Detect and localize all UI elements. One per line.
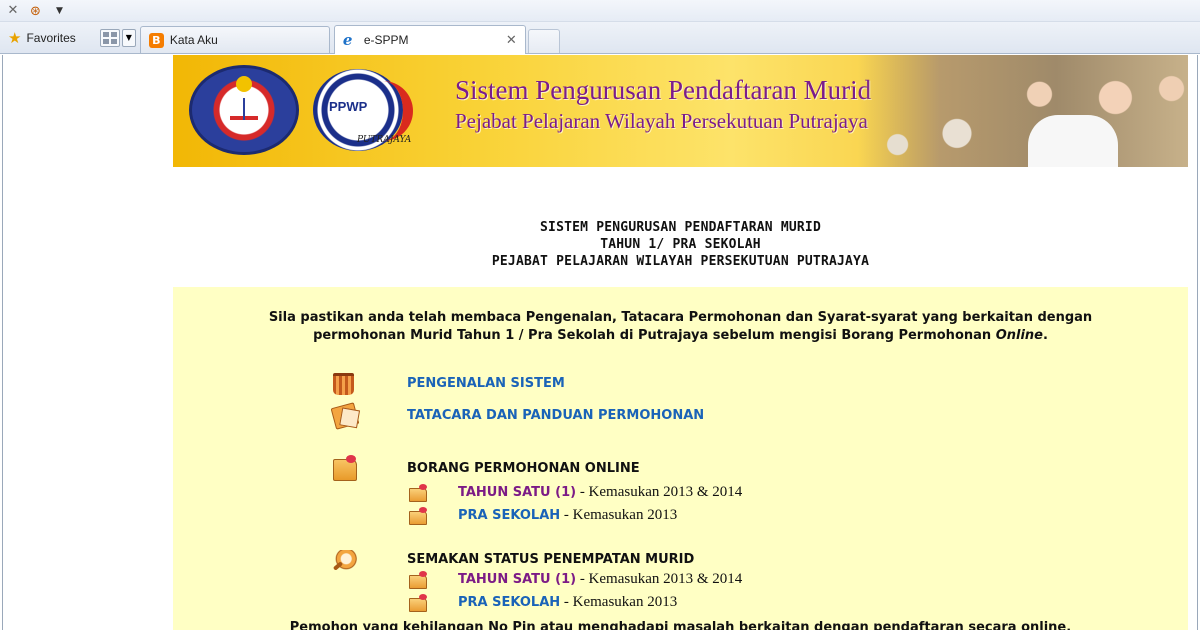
borang-tahun-satu-link[interactable]: TAHUN SATU (1) [458,485,576,500]
quick-tabs-icon[interactable] [99,29,120,47]
stop-icon[interactable]: ✕ [6,3,20,18]
star-icon: ★ [8,30,22,47]
banner-photo-students [858,55,1188,167]
footer-note: Pemohon yang kehilangan No Pin atau meng… [289,620,1072,630]
documents-icon [330,402,360,430]
new-tab-button[interactable] [527,29,560,53]
folder-small-icon [409,484,427,502]
tab-kata-aku[interactable]: B Kata Aku [139,26,330,53]
folder-small-icon [409,571,427,589]
banner-subtitle: Pejabat Pelajaran Wilayah Persekutuan Pu… [455,109,868,133]
chevron-down-icon[interactable]: ▼ [56,6,63,16]
ppwp-logo-text: PPWP [329,99,368,114]
semakan-item-pra-sekolah: PRA SEKOLAH - Kemasukan 2013 [458,594,678,610]
folder-small-icon [409,507,427,525]
crescent-icon [236,76,252,92]
intro-line-1: Sila pastikan anda telah membaca Pengena… [268,310,1093,325]
tab-bar: ★ Favorites ▼ B Kata Aku e e-SPPM ✕ [0,22,1200,54]
intro-text: Sila pastikan anda telah membaca Pengena… [173,309,1188,345]
semakan-tahun-satu-link[interactable]: TAHUN SATU (1) [458,572,576,587]
borang-title: BORANG PERMOHONAN ONLINE [407,461,640,476]
browser-command-bar: ✕ ⊛ ▼ [0,0,1200,22]
folder-icon [333,455,357,481]
banner-title: Sistem Pengurusan Pendaftaran Murid [455,75,872,105]
blogger-icon: B [148,32,164,48]
kpm-logo [189,65,299,155]
tab-label: e-SPPM [363,33,409,47]
book-icon [230,98,258,120]
close-tab-icon[interactable]: ✕ [506,32,517,48]
semakan-title: SEMAKAN STATUS PENEMPATAN MURID [407,552,695,567]
ppwp-logo: PPWP PUTRAJAYA [313,69,423,155]
heading-line-3: PEJABAT PELAJARAN WILAYAH PERSEKUTUAN PU… [491,254,870,269]
ppwp-logo-caption: PUTRAJAYA [357,135,412,145]
search-icon [333,550,357,572]
site-banner: PPWP PUTRAJAYA Sistem Pengurusan Pendaft… [173,55,1188,167]
tab-e-sppm[interactable]: e e-SPPM ✕ [333,25,526,54]
intro-line-2: permohonan Murid Tahun 1 / Pra Sekolah d… [313,328,1048,343]
ie-icon: e [342,30,353,49]
tatacara-panduan-link[interactable]: TATACARA DAN PANDUAN PERMOHONAN [407,408,704,423]
rss-feed-icon[interactable]: ⊛ [30,4,46,19]
archive-icon [333,373,354,395]
tab-label: Kata Aku [169,33,218,47]
borang-item-pra-sekolah: PRA SEKOLAH - Kemasukan 2013 [458,507,678,523]
page-heading: SISTEM PENGURUSAN PENDAFTARAN MURID TAHU… [173,219,1188,270]
heading-line-2: TAHUN 1/ PRA SEKOLAH [600,237,761,252]
semakan-item-tahun-satu: TAHUN SATU (1) - Kemasukan 2013 & 2014 [458,571,743,587]
notice-panel: Sila pastikan anda telah membaca Pengena… [173,287,1188,630]
borang-pra-sekolah-link[interactable]: PRA SEKOLAH [458,508,560,523]
semakan-pra-sekolah-link[interactable]: PRA SEKOLAH [458,595,560,610]
favorites-label: Favorites [26,31,76,45]
borang-item-tahun-satu: TAHUN SATU (1) - Kemasukan 2013 & 2014 [458,484,743,500]
heading-line-1: SISTEM PENGURUSAN PENDAFTARAN MURID [540,220,821,235]
tab-list-dropdown[interactable]: ▼ [121,29,136,47]
favorites-button[interactable]: ★ Favorites [0,23,84,53]
pengenalan-sistem-link[interactable]: PENGENALAN SISTEM [407,376,565,391]
page-viewport: PPWP PUTRAJAYA Sistem Pengurusan Pendaft… [2,55,1198,630]
folder-small-icon [409,594,427,612]
